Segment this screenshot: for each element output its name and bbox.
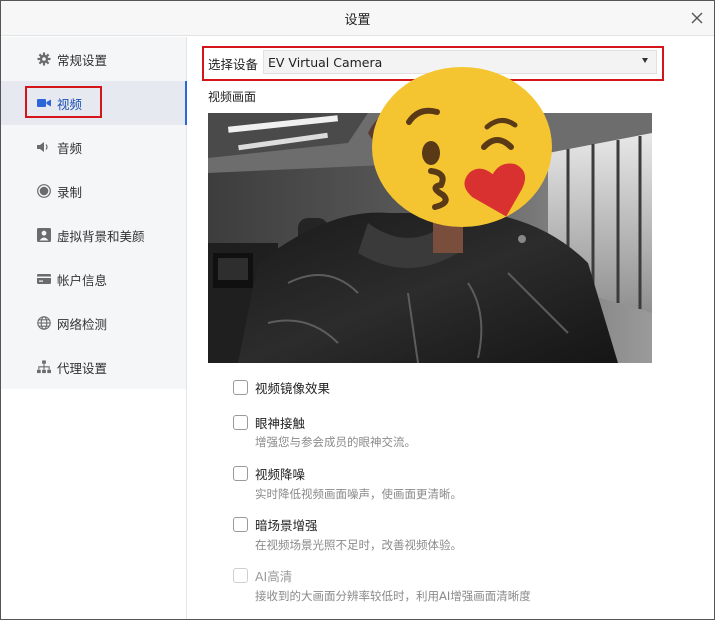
device-select-value: EV Virtual Camera — [268, 54, 383, 70]
option-label: 视频镜像效果 — [255, 381, 331, 396]
sidebar-item-account[interactable]: 帐户信息 — [1, 257, 187, 301]
sidebar-item-label: 录制 — [57, 184, 83, 200]
low-light-enhance-checkbox[interactable] — [233, 517, 248, 532]
network-tree-icon — [37, 360, 51, 374]
record-icon — [37, 184, 51, 198]
ai-hd-checkbox — [233, 568, 248, 583]
device-select-label: 选择设备 — [208, 57, 259, 72]
eye-contact-checkbox[interactable] — [233, 415, 248, 430]
sidebar-item-label: 虚拟背景和美颜 — [57, 228, 145, 244]
sidebar-item-video[interactable]: 视频 — [1, 81, 187, 125]
gear-icon — [37, 52, 51, 66]
option-label: 视频降噪 — [255, 467, 306, 482]
sidebar-item-label: 视频 — [57, 96, 83, 112]
video-preview-label: 视频画面 — [208, 90, 257, 104]
sidebar-item-virtual-background[interactable]: 虚拟背景和美颜 — [1, 213, 187, 257]
globe-icon — [37, 316, 51, 330]
sidebar-item-label: 网络检测 — [57, 316, 108, 332]
sidebar-item-network[interactable]: 网络检测 — [1, 301, 187, 345]
option-video-denoise[interactable]: 视频降噪 — [233, 464, 305, 483]
portrait-icon — [37, 228, 51, 242]
video-camera-icon — [37, 96, 51, 110]
option-description: 实时降低视频画面噪声，使画面更清晰。 — [255, 487, 462, 501]
emoji-face-overlay — [372, 67, 552, 227]
sidebar-item-proxy[interactable]: 代理设置 — [1, 345, 187, 389]
sidebar-item-general[interactable]: 常规设置 — [1, 37, 187, 81]
sidebar-item-label: 代理设置 — [57, 360, 108, 376]
sidebar-empty-area — [1, 389, 187, 619]
sidebar-item-label: 帐户信息 — [57, 272, 108, 288]
speaker-icon — [37, 140, 51, 154]
sidebar-item-record[interactable]: 录制 — [1, 169, 187, 213]
sidebar: 常规设置 视频 音频 录制 虚拟背景和美颜 帐户信息 网络检测 代理设置 — [1, 37, 187, 389]
sidebar-item-label: 音频 — [57, 140, 83, 156]
option-ai-hd: AI高清 — [233, 566, 292, 585]
sidebar-item-audio[interactable]: 音频 — [1, 125, 187, 169]
sidebar-item-label: 常规设置 — [57, 52, 108, 68]
option-description: 在视频场景光照不足时，改善视频体验。 — [255, 538, 462, 552]
close-button[interactable] — [688, 9, 706, 27]
option-label: AI高清 — [255, 569, 293, 584]
title-bar: 设置 — [1, 1, 714, 36]
option-description: 增强您与参会成员的眼神交流。 — [255, 435, 416, 449]
mirror-video-checkbox[interactable] — [233, 380, 248, 395]
video-denoise-checkbox[interactable] — [233, 466, 248, 481]
option-mirror-video[interactable]: 视频镜像效果 — [233, 378, 330, 397]
option-eye-contact[interactable]: 眼神接触 — [233, 413, 305, 432]
option-low-light-enhance[interactable]: 暗场景增强 — [233, 515, 318, 534]
option-description: 接收到的大画面分辨率较低时，利用AI增强画面清晰度 — [255, 589, 531, 603]
close-icon — [691, 12, 703, 24]
wallet-icon — [37, 272, 51, 286]
settings-window: 设置 常规设置 视频 音频 录制 虚拟背景和美颜 帐户信息 网络检测 代理设置 … — [0, 0, 715, 620]
option-label: 眼神接触 — [255, 416, 306, 431]
dropdown-arrow-icon — [642, 58, 648, 63]
window-title: 设置 — [344, 12, 371, 28]
option-label: 暗场景增强 — [255, 518, 318, 533]
